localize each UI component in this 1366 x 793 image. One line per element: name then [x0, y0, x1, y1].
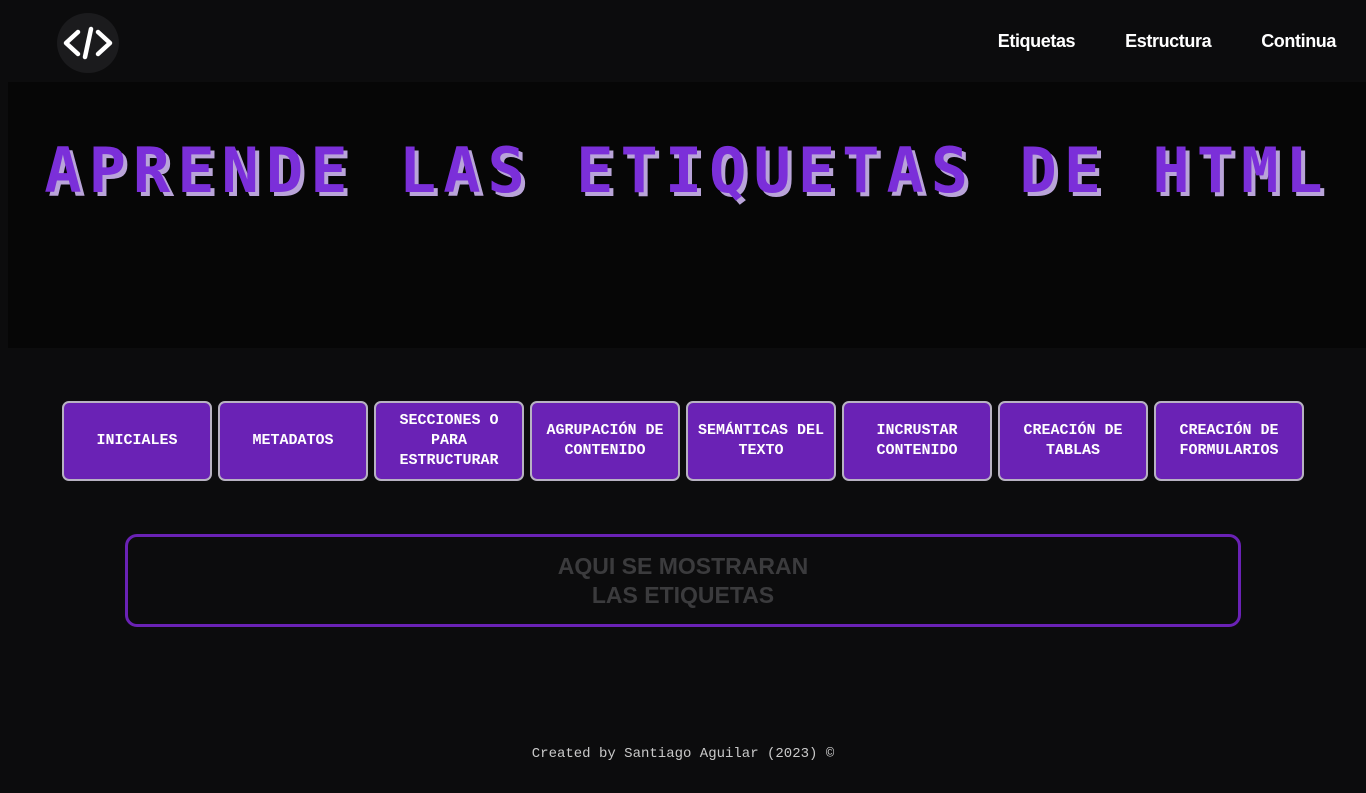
display-placeholder: AQUI SE MOSTRARAN LAS ETIQUETAS	[557, 552, 809, 608]
footer-credit: Created by Santiago Aguilar (2023) ©	[531, 746, 835, 762]
nav-link-estructura[interactable]: Estructura	[1125, 31, 1211, 52]
nav-link-etiquetas[interactable]: Etiquetas	[998, 31, 1076, 52]
code-icon	[63, 26, 113, 60]
hero-banner: Aprende las etiquetas de HTML	[8, 82, 1366, 348]
category-button-semanticas[interactable]: SEMÁNTICAS DEL TEXTO	[686, 401, 836, 481]
category-button-formularios[interactable]: CREACIÓN DE FORMULARIOS	[1154, 401, 1304, 481]
logo[interactable]	[57, 13, 119, 73]
main-nav: Etiquetas Estructura Continua	[998, 31, 1337, 52]
category-buttons: INICIALES METADATOS SECCIONES O PARA EST…	[62, 401, 1304, 481]
category-button-tablas[interactable]: CREACIÓN DE TABLAS	[998, 401, 1148, 481]
category-button-iniciales[interactable]: INICIALES	[62, 401, 212, 481]
category-button-incrustar[interactable]: INCRUSTAR CONTENIDO	[842, 401, 992, 481]
tags-display-panel: AQUI SE MOSTRARAN LAS ETIQUETAS	[125, 534, 1241, 627]
nav-link-continua[interactable]: Continua	[1261, 31, 1336, 52]
category-button-secciones[interactable]: SECCIONES O PARA ESTRUCTURAR	[374, 401, 524, 481]
category-button-metadatos[interactable]: METADATOS	[218, 401, 368, 481]
site-header: Etiquetas Estructura Continua	[0, 0, 1366, 82]
category-button-agrupacion[interactable]: AGRUPACIÓN DE CONTENIDO	[530, 401, 680, 481]
page-title: Aprende las etiquetas de HTML	[44, 134, 1330, 207]
